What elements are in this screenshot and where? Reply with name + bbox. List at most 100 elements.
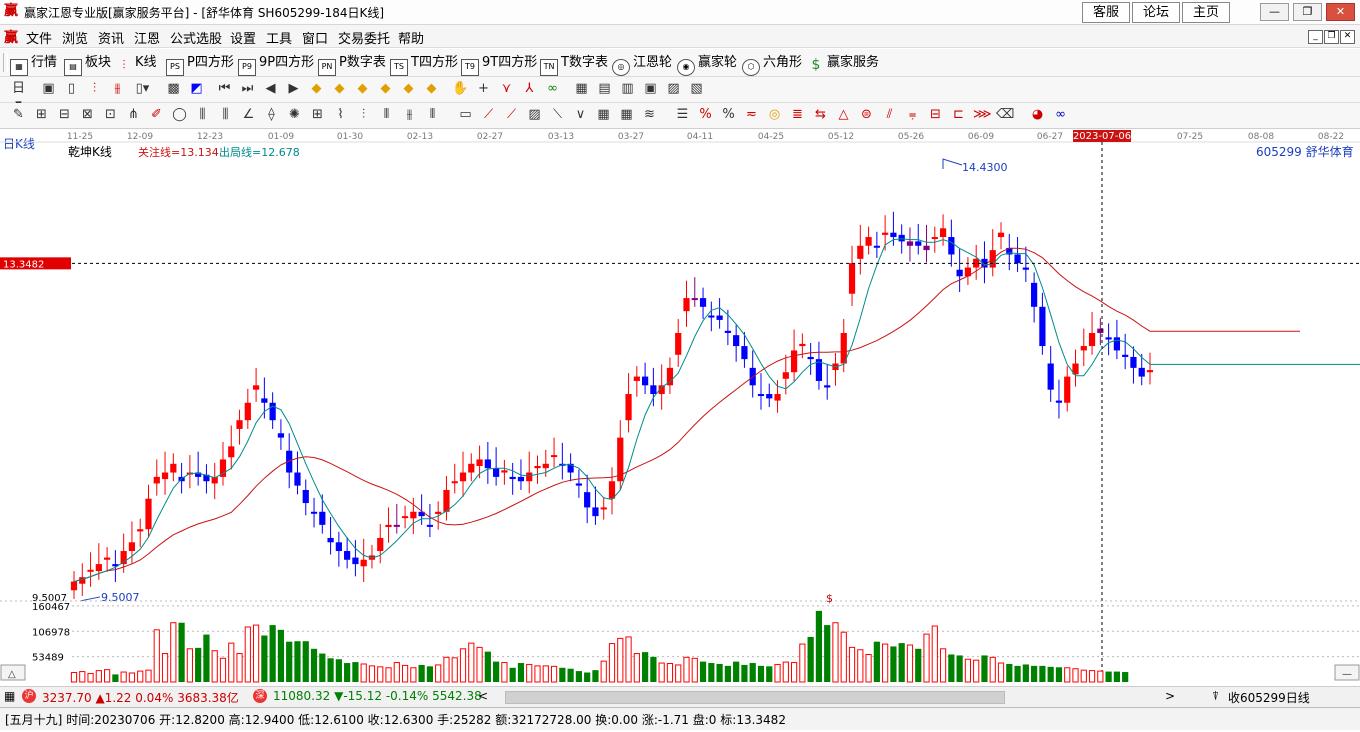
forum-link[interactable]: 论坛 (1132, 2, 1180, 23)
mdi-restore-icon[interactable]: ❐ (1324, 30, 1339, 44)
band-icon[interactable]: ⩦ (904, 107, 921, 123)
diamond-right-icon[interactable]: ◆ (377, 81, 394, 97)
scroll-left-arrow[interactable]: < (478, 689, 492, 703)
sector-button[interactable]: ▤ 板块 (64, 53, 111, 76)
color-icon[interactable]: ◩ (188, 81, 205, 97)
fan-icon[interactable]: ⟋ (503, 107, 520, 123)
9t-square-button[interactable]: T9 9T四方形 (461, 53, 537, 76)
candle-red-icon[interactable]: ⫶ (86, 81, 103, 97)
menu-browse[interactable]: 浏览 (62, 28, 88, 47)
app-menu-icon[interactable]: 赢 (4, 27, 18, 47)
list-icon[interactable]: ☰ (674, 107, 691, 123)
trend-icon[interactable]: ⟍ (549, 107, 566, 123)
infinity-icon[interactable]: ∞ (1052, 107, 1069, 123)
diamond-zoom-in-icon[interactable]: ◆ (400, 81, 417, 97)
calc-icon[interactable]: ▤ (596, 81, 613, 97)
channel-icon[interactable]: ⊟ (56, 107, 73, 123)
calendar-icon[interactable]: ▦ (573, 81, 590, 97)
zigzag-icon[interactable]: ⋎ (498, 81, 515, 97)
menu-gann[interactable]: 江恩 (134, 28, 160, 47)
multi-line-icon[interactable]: ≣ (789, 107, 806, 123)
wave-icon[interactable]: ⌇ (332, 107, 349, 123)
zig-icon[interactable]: ⋙ (973, 107, 992, 123)
kline-button[interactable]: ⫶ K线 (116, 53, 156, 72)
first-icon[interactable]: ⏮ (216, 81, 233, 97)
speed-line-icon[interactable]: ⋔ (125, 107, 142, 123)
maximize-button[interactable]: ❐ (1293, 3, 1322, 21)
search-icon[interactable]: ⍒ (1212, 689, 1219, 704)
chart-svg[interactable]: 11-25 12-09 12-23 01-09 01-30 02-13 02-27 03-13… (0, 129, 1360, 685)
t-number-table-button[interactable]: TN T数字表 (540, 53, 608, 76)
menu-help[interactable]: 帮助 (398, 28, 424, 47)
close-button[interactable]: ✕ (1326, 3, 1355, 21)
gann-fan-icon[interactable]: ⟠ (263, 107, 280, 123)
last-icon[interactable]: ⏭ (239, 81, 256, 97)
eraser-icon[interactable]: ⌫ (996, 107, 1014, 123)
scroll-right-arrow[interactable]: > (1165, 689, 1179, 703)
export-icon[interactable]: ▧ (688, 81, 705, 97)
gold-icon[interactable]: ⊜ (858, 107, 875, 123)
menu-formula-select[interactable]: 公式选股 (170, 28, 222, 47)
period-select-icon[interactable]: 日▾ (10, 81, 27, 112)
winner-service-button[interactable]: $ 赢家服务 (808, 53, 879, 72)
arrow-split-icon[interactable]: ⇆ (812, 107, 829, 123)
diamond-down-icon[interactable]: ◆ (331, 81, 348, 97)
menu-settings[interactable]: 设置 (230, 28, 256, 47)
diamond-left-icon[interactable]: ◆ (354, 81, 371, 97)
right-arrow-icon[interactable]: ▶ (285, 81, 302, 97)
lines-icon[interactable]: ≋ (641, 107, 658, 123)
indicator-icon[interactable]: ▣ (40, 81, 57, 97)
service-link[interactable]: 客服 (1082, 2, 1130, 23)
ray-icon[interactable]: ⟋ (480, 107, 497, 123)
stack-icon[interactable]: ⊟ (927, 107, 944, 123)
p-number-table-button[interactable]: PN P数字表 (318, 53, 386, 76)
menu-window[interactable]: 窗口 (302, 28, 328, 47)
stairs-icon[interactable]: ⊏ (950, 107, 967, 123)
mdi-minimize-icon[interactable]: _ (1308, 30, 1323, 44)
t-square-button[interactable]: TS T四方形 (390, 53, 458, 76)
9p-square-button[interactable]: P9 9P四方形 (238, 53, 314, 76)
home-link[interactable]: 主页 (1182, 2, 1230, 23)
candle-mix-icon[interactable]: ⫵ (109, 81, 126, 97)
winner-wheel-button[interactable]: ◉ 赢家轮 (677, 53, 737, 76)
bars-icon[interactable]: ⫼ (194, 107, 211, 123)
percent-icon[interactable]: % (720, 107, 737, 123)
cycle-lines-icon[interactable]: ⦀ (424, 107, 441, 123)
table-icon[interactable]: ▥ (619, 81, 636, 97)
percent-slash-icon[interactable]: % (697, 107, 714, 123)
angle-icon[interactable]: ∠ (240, 107, 257, 123)
grid2-icon[interactable]: ▦ (618, 107, 635, 123)
parallel-icon[interactable]: ⊠ (79, 107, 96, 123)
triangle-icon[interactable]: △ (835, 107, 852, 123)
hexagon-button[interactable]: ⬡ 六角形 (742, 53, 802, 76)
hatch-icon[interactable]: ▨ (526, 107, 543, 123)
hand-icon[interactable]: ✋ (452, 81, 469, 97)
menu-tools[interactable]: 工具 (266, 28, 292, 47)
save-icon[interactable]: ▣ (642, 81, 659, 97)
gann-wheel-button[interactable]: ◎ 江恩轮 (612, 53, 672, 76)
diamond-zoom-out-icon[interactable]: ◆ (423, 81, 440, 97)
circle-icon[interactable]: ◯ (171, 107, 188, 123)
mdi-close-icon[interactable]: ✕ (1340, 30, 1355, 44)
v-icon[interactable]: ∨ (572, 107, 589, 123)
kline-chart[interactable]: 日K线 乾坤K线 关注线=13.134 出局线=12.678 605299 舒华… (0, 129, 1360, 685)
level-icon[interactable]: ⊡ (102, 107, 119, 123)
fork-icon[interactable]: ⅄ (521, 81, 538, 97)
minimize-button[interactable]: — (1260, 3, 1289, 21)
grid-toggle-icon[interactable]: ▩ (165, 81, 182, 97)
pen-icon[interactable]: ✎ (10, 107, 27, 123)
left-arrow-icon[interactable]: ◀ (262, 81, 279, 97)
menu-file[interactable]: 文件 (26, 28, 52, 47)
fib-time-icon[interactable]: ⫴ (378, 107, 395, 123)
menu-info[interactable]: 资讯 (98, 28, 124, 47)
fib-icon[interactable]: ⫶ (355, 107, 372, 123)
quote-table-icon[interactable]: ▦ (4, 689, 15, 703)
matrix-icon[interactable]: ▦ (595, 107, 612, 123)
cycle-icon[interactable]: ∞ (544, 81, 561, 97)
p-square-button[interactable]: PS P四方形 (166, 53, 234, 76)
crosshair-icon[interactable]: + (475, 81, 492, 97)
rect-icon[interactable]: ▭ (457, 107, 474, 123)
pct-line-icon[interactable]: ≂ (743, 107, 760, 123)
doc-icon[interactable]: ▯ (63, 81, 80, 97)
split-icon[interactable]: ⫽ (881, 107, 898, 123)
